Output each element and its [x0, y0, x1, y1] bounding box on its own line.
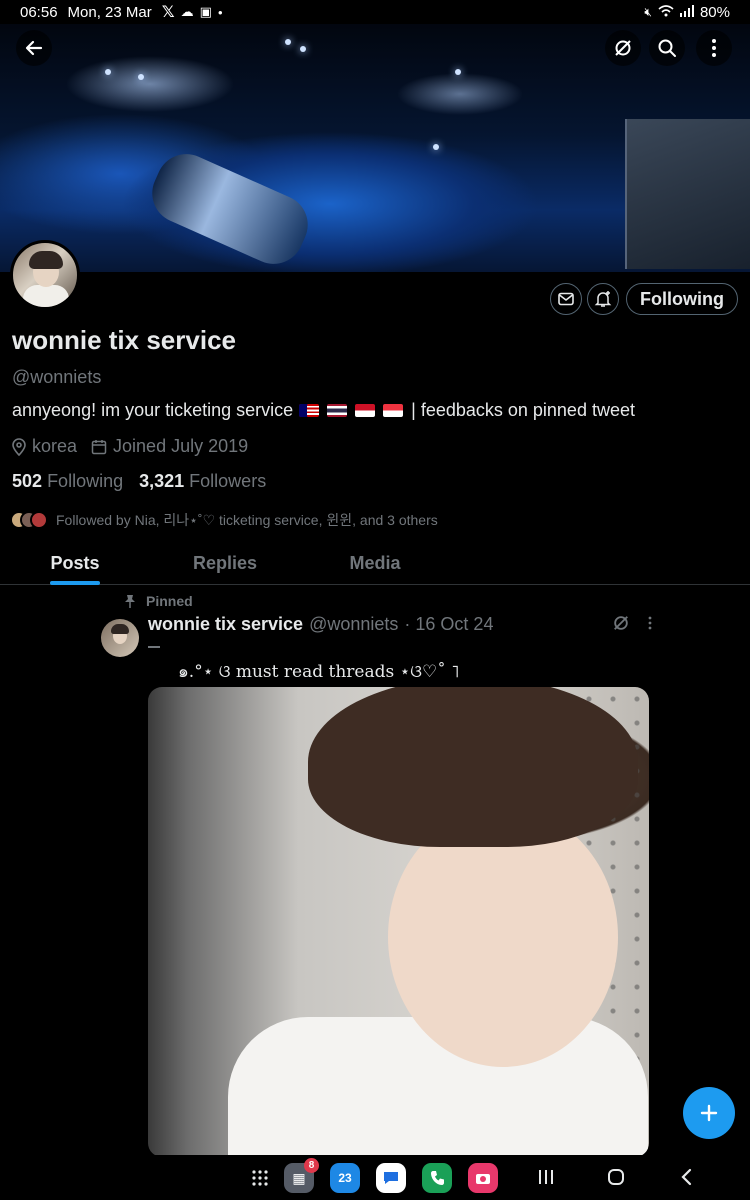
- tab-replies[interactable]: Replies: [150, 545, 300, 584]
- profile-avatar[interactable]: [10, 240, 80, 310]
- followed-by-text: Followed by Nia, 리나⋆˚♡ ticketing service…: [56, 512, 438, 528]
- chevron-left-icon: [681, 1168, 692, 1186]
- plus-icon: [700, 1104, 718, 1122]
- messages-app[interactable]: [376, 1163, 406, 1193]
- notification-icons: 𝕏 ☁ ▣ •: [162, 2, 223, 22]
- post-author-name[interactable]: wonnie tix service: [148, 614, 303, 635]
- phone-icon: [431, 1171, 444, 1185]
- back-button[interactable]: [16, 30, 52, 66]
- notification-badge: 8: [304, 1158, 319, 1173]
- bell-plus-icon: [594, 291, 612, 307]
- profile-location: korea: [32, 436, 78, 456]
- status-time: 06:56: [20, 3, 58, 21]
- system-nav-bar: [0, 1155, 750, 1200]
- home-icon: [608, 1169, 624, 1185]
- more-vertical-icon: [712, 39, 716, 57]
- more-vertical-icon[interactable]: [648, 616, 652, 630]
- calendar-icon: [91, 439, 107, 454]
- pin-icon: [125, 595, 135, 608]
- folder-icon: ▦: [292, 1169, 306, 1186]
- profile-handle: @wonniets: [12, 367, 102, 387]
- phone-app[interactable]: [422, 1163, 452, 1193]
- divider: [148, 646, 160, 648]
- profile-name: wonnie tix service: [12, 325, 236, 355]
- mail-icon: [558, 292, 574, 306]
- grok-button[interactable]: [605, 30, 641, 66]
- calendar-day: 23: [338, 1171, 352, 1185]
- calendar-app[interactable]: 23: [330, 1163, 360, 1193]
- flag-indonesia-icon: [355, 404, 376, 417]
- apps-grid-icon: [252, 1170, 268, 1186]
- grok-icon: [615, 40, 631, 56]
- apps-grid-button[interactable]: [245, 1163, 275, 1193]
- profile-banner[interactable]: [0, 24, 750, 272]
- profile-joined: Joined July 2019: [113, 436, 249, 456]
- post-text: ๑.°⋆ ଓ must read threads ⋆ଓ♡˚ ˥: [178, 662, 460, 682]
- status-bar: 06:56 Mon, 23 Mar 𝕏 ☁ ▣ • 🔇︎ 80%: [0, 0, 750, 24]
- recent-apps-button[interactable]: [538, 1166, 554, 1192]
- stage-screen-image: [625, 119, 750, 269]
- profile-bio: annyeong! im your ticketing service | fe…: [12, 400, 635, 421]
- battery-level: 80%: [699, 3, 730, 21]
- search-icon: [658, 39, 676, 57]
- followers-stat[interactable]: 3,321 Followers: [139, 471, 266, 492]
- post-author-avatar[interactable]: [101, 619, 139, 657]
- bio-text: annyeong! im your ticketing service: [12, 400, 294, 420]
- tab-posts[interactable]: Posts: [0, 545, 150, 585]
- bio-suffix: | feedbacks on pinned tweet: [411, 400, 635, 420]
- bag-icon: ▣: [199, 4, 212, 19]
- notifications-button[interactable]: [587, 283, 619, 315]
- recent-apps-icon: [539, 1170, 553, 1184]
- system-back-button[interactable]: [680, 1166, 692, 1192]
- following-stat[interactable]: 502 Following: [12, 471, 123, 492]
- mute-icon: 🔇︎: [644, 4, 652, 19]
- profile-tabs: Posts Replies Media: [0, 545, 750, 585]
- dot-icon: •: [217, 4, 223, 20]
- mutual-avatar: [30, 511, 48, 529]
- post-author-handle[interactable]: @wonniets: [309, 614, 398, 635]
- cloud-icon: ☁: [180, 4, 194, 19]
- tab-media[interactable]: Media: [300, 545, 450, 584]
- flag-malaysia-icon: [299, 404, 320, 417]
- x-logo-icon: 𝕏: [161, 4, 175, 21]
- signal-icon: [679, 4, 694, 21]
- wifi-icon: [658, 4, 674, 21]
- chat-bubble-icon: [384, 1172, 398, 1184]
- home-button[interactable]: [607, 1166, 625, 1192]
- post-header: wonnie tix service @wonniets · 16 Oct 24: [148, 614, 493, 635]
- pinned-text: Pinned: [146, 593, 193, 609]
- post-actions: [612, 614, 652, 632]
- flag-singapore-icon: [383, 404, 404, 417]
- followed-by[interactable]: Followed by Nia, 리나⋆˚♡ ticketing service…: [10, 510, 438, 530]
- grok-icon[interactable]: [612, 614, 630, 632]
- camera-app[interactable]: [468, 1163, 498, 1193]
- camera-icon: [476, 1174, 490, 1184]
- search-button[interactable]: [649, 30, 685, 66]
- flag-thailand-icon: [327, 404, 348, 417]
- profile-stats: 502 Following 3,321 Followers: [12, 471, 266, 492]
- back-arrow-icon: [25, 40, 43, 56]
- message-button[interactable]: [550, 283, 582, 315]
- status-date: Mon, 23 Mar: [67, 3, 152, 21]
- compose-button[interactable]: [683, 1087, 735, 1139]
- profile-meta: korea Joined July 2019: [12, 436, 248, 457]
- lightstick-image: [142, 144, 318, 272]
- app-folder[interactable]: ▦ 8: [284, 1158, 319, 1193]
- more-options-button[interactable]: [696, 30, 732, 66]
- post-media-image[interactable]: [148, 687, 649, 1157]
- pinned-label: Pinned: [124, 593, 193, 609]
- post-date[interactable]: · 16 Oct 24: [404, 614, 493, 635]
- following-button[interactable]: Following: [626, 283, 738, 315]
- location-icon: [12, 437, 26, 456]
